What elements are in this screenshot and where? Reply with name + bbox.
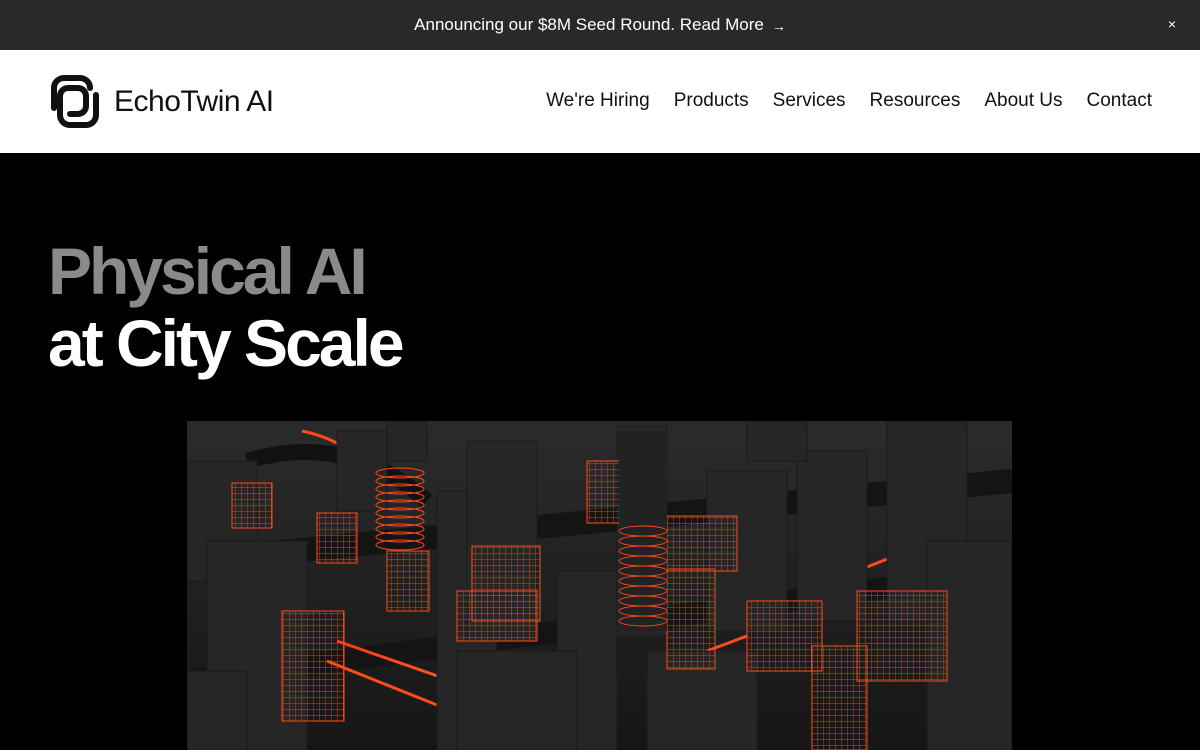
- nav-item-services[interactable]: Services: [773, 90, 846, 112]
- close-icon[interactable]: ×: [1160, 12, 1184, 36]
- announcement-bar: Announcing our $8M Seed Round. Read More…: [0, 0, 1200, 50]
- brand-name: EchoTwin AI: [114, 84, 274, 118]
- nav-item-hiring[interactable]: We're Hiring: [546, 90, 650, 112]
- nav-item-resources[interactable]: Resources: [870, 90, 961, 112]
- hero-title-line2: at City Scale: [48, 306, 405, 380]
- site-header: EchoTwin AI We're Hiring Products Servic…: [0, 50, 1200, 153]
- hero-title: Physical AI at City Scale: [48, 234, 405, 380]
- main-nav: We're Hiring Products Services Resources…: [546, 90, 1152, 112]
- nav-item-about[interactable]: About Us: [984, 90, 1062, 112]
- announcement-text: Announcing our $8M Seed Round. Read More: [414, 15, 764, 34]
- 3d-city-render-image: [187, 421, 1012, 750]
- echotwin-logo-icon: [51, 75, 99, 128]
- announcement-link[interactable]: Announcing our $8M Seed Round. Read More…: [414, 15, 786, 35]
- brand-logo[interactable]: EchoTwin AI: [48, 74, 274, 129]
- hero-title-line1: Physical AI: [48, 234, 368, 308]
- hero-section: Physical AI at City Scale: [0, 153, 1200, 750]
- arrow-right-icon: →: [771, 18, 786, 34]
- nav-item-contact[interactable]: Contact: [1087, 90, 1152, 112]
- nav-item-products[interactable]: Products: [674, 90, 749, 112]
